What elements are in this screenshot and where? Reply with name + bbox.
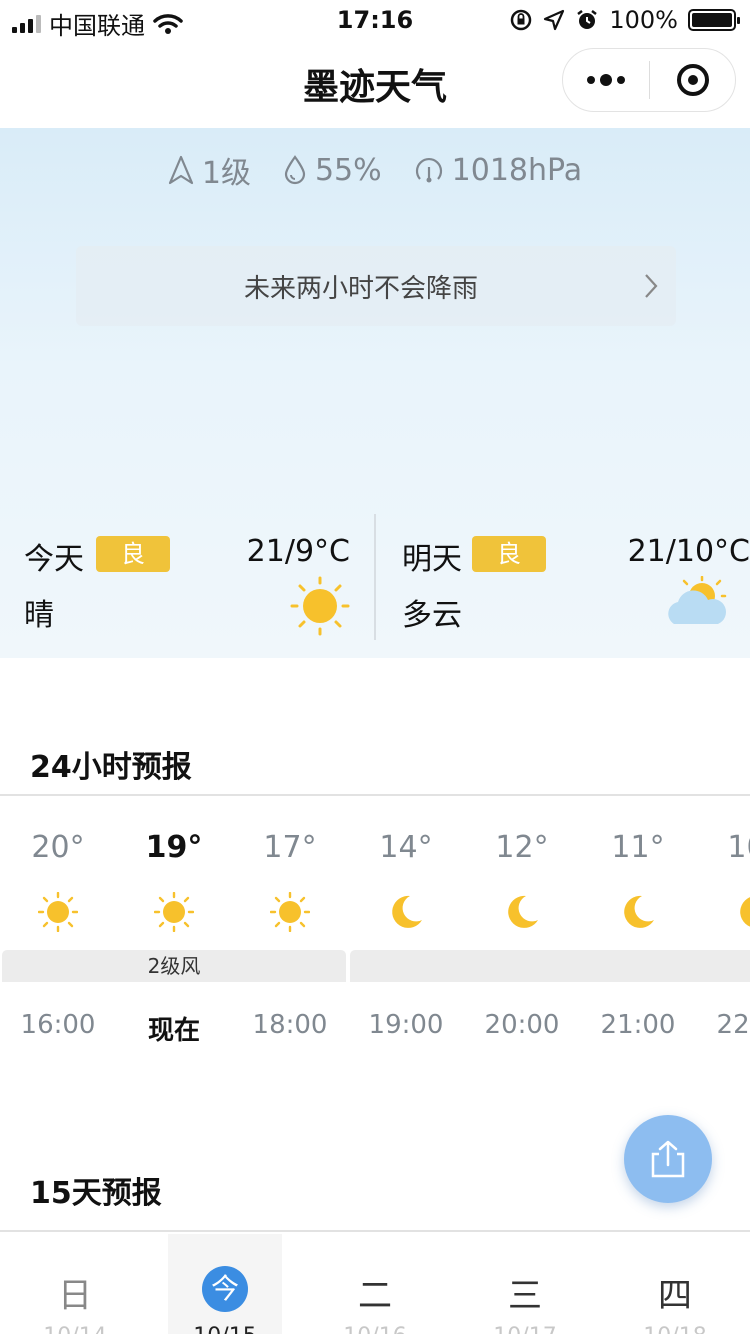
hour-temp: 11° xyxy=(611,830,665,865)
share-button[interactable] xyxy=(624,1115,712,1203)
mini-program-capsule xyxy=(562,48,736,112)
more-button[interactable] xyxy=(563,49,649,111)
target-icon xyxy=(676,64,709,96)
hour-temp: 10° xyxy=(727,830,750,865)
battery-icon xyxy=(688,9,740,31)
daily-divider xyxy=(0,1230,750,1232)
day-tab-label: 日 xyxy=(58,1276,92,1316)
rain-forecast-banner[interactable]: 未来两小时不会降雨 xyxy=(76,246,676,326)
aqi-badge: 良 xyxy=(472,536,546,572)
hour-time: 19:00 xyxy=(368,1010,444,1040)
day-tab[interactable]: 四 10/18 xyxy=(618,1234,732,1334)
share-icon xyxy=(651,1140,685,1178)
day-tab-label: 二 xyxy=(358,1276,392,1316)
tomorrow-temp-range: 21/10°C xyxy=(627,534,750,569)
today-label: 今天 xyxy=(24,542,84,577)
pressure-value: 1018hPa xyxy=(451,152,583,188)
wind-direction-icon xyxy=(168,155,193,185)
alarm-icon xyxy=(577,10,598,29)
weather-metrics: 1级 55% 1018hPa xyxy=(0,148,750,192)
aqi-badge: 良 xyxy=(96,536,170,572)
sun-icon xyxy=(153,891,195,933)
today-temp-range: 21/9°C xyxy=(246,534,350,569)
chevron-right-icon xyxy=(626,273,676,299)
hour-temp: 19° xyxy=(145,830,203,865)
sun-icon xyxy=(37,891,79,933)
humidity-value: 55% xyxy=(314,152,382,188)
moon-icon xyxy=(386,892,426,932)
hour-time: 16:00 xyxy=(20,1010,96,1040)
day-tab[interactable]: 三 10/17 xyxy=(468,1234,582,1334)
tomorrow-label: 明天 xyxy=(402,542,462,577)
day-tab-label: 四 xyxy=(658,1276,692,1316)
pressure-gauge-icon xyxy=(415,157,442,183)
current-weather-panel: 1级 55% 1018hPa 未来两小时不会降雨 今天 良 21/9°C 晴 明… xyxy=(0,128,750,658)
moon-icon xyxy=(618,892,658,932)
today-marker: 今 xyxy=(202,1266,248,1312)
tomorrow-card[interactable]: 明天 良 21/10°C 多云 xyxy=(402,514,750,644)
today-condition: 晴 xyxy=(24,598,54,633)
pressure-metric: 1018hPa xyxy=(414,148,583,192)
moon-icon xyxy=(502,892,542,932)
battery-fill xyxy=(692,13,732,27)
day-tab-date: 10/14 xyxy=(18,1324,132,1334)
partly-cloudy-icon xyxy=(668,576,727,624)
humidity-metric: 55% xyxy=(283,148,382,192)
humidity-drop-icon xyxy=(284,155,306,185)
wind-bar xyxy=(350,950,750,982)
two-day-summary: 今天 良 21/9°C 晴 明天 良 21/10°C 多云 xyxy=(0,514,750,644)
status-right: 100% xyxy=(509,6,740,34)
close-button[interactable] xyxy=(650,49,735,111)
day-tab-date: 10/17 xyxy=(468,1324,582,1334)
battery-percent: 100% xyxy=(609,6,678,34)
day-tab-date: 10/18 xyxy=(618,1324,732,1334)
day-tab[interactable]: 二 10/16 xyxy=(318,1234,432,1334)
rain-forecast-text: 未来两小时不会降雨 xyxy=(243,273,478,304)
hourly-section-title: 24小时预报 xyxy=(30,750,192,785)
day-tab-date: 10/15 xyxy=(168,1324,282,1334)
nav-bar: 墨迹天气 xyxy=(0,40,750,128)
day-divider xyxy=(374,514,376,640)
day-tab-date: 10/16 xyxy=(318,1324,432,1334)
day-tab-today[interactable]: 今 10/15 xyxy=(168,1234,282,1334)
daily-section-title: 15天预报 xyxy=(30,1176,162,1211)
wind-level-label: 2级风 xyxy=(147,954,201,978)
wind-metric: 1级 xyxy=(168,148,251,192)
hourly-divider xyxy=(0,794,750,796)
hour-time: 21:00 xyxy=(600,1010,676,1040)
tomorrow-condition: 多云 xyxy=(402,598,462,633)
hour-temp: 12° xyxy=(495,830,549,865)
rotation-lock-icon xyxy=(511,9,532,31)
day-tab-label: 三 xyxy=(508,1276,542,1316)
today-card[interactable]: 今天 良 21/9°C 晴 xyxy=(24,514,350,644)
daily-day-tabs: 日 10/14 今 10/15 二 10/16 三 10/17 四 10/18 xyxy=(0,1234,750,1334)
wind-value: 1级 xyxy=(201,156,251,191)
hourly-forecast[interactable]: 2级风 20° 16:00 19° 现在 17° 18:00 14° 19:00 12° 20:0… xyxy=(0,800,750,1060)
hour-time: 18:00 xyxy=(252,1010,328,1040)
status-bar: 中国联通 17:16 100% xyxy=(0,0,750,40)
location-icon xyxy=(544,9,565,31)
moon-icon xyxy=(734,892,750,932)
hour-temp: 20° xyxy=(31,830,85,865)
hour-time: 现在 xyxy=(147,1016,200,1046)
hour-temp: 17° xyxy=(263,830,317,865)
sun-icon xyxy=(290,576,350,636)
day-tab[interactable]: 日 10/14 xyxy=(18,1234,132,1334)
hour-temp: 14° xyxy=(379,830,433,865)
hour-time: 20:00 xyxy=(484,1010,560,1040)
hour-time: 22:00 xyxy=(716,1010,750,1040)
sun-icon xyxy=(269,891,311,933)
